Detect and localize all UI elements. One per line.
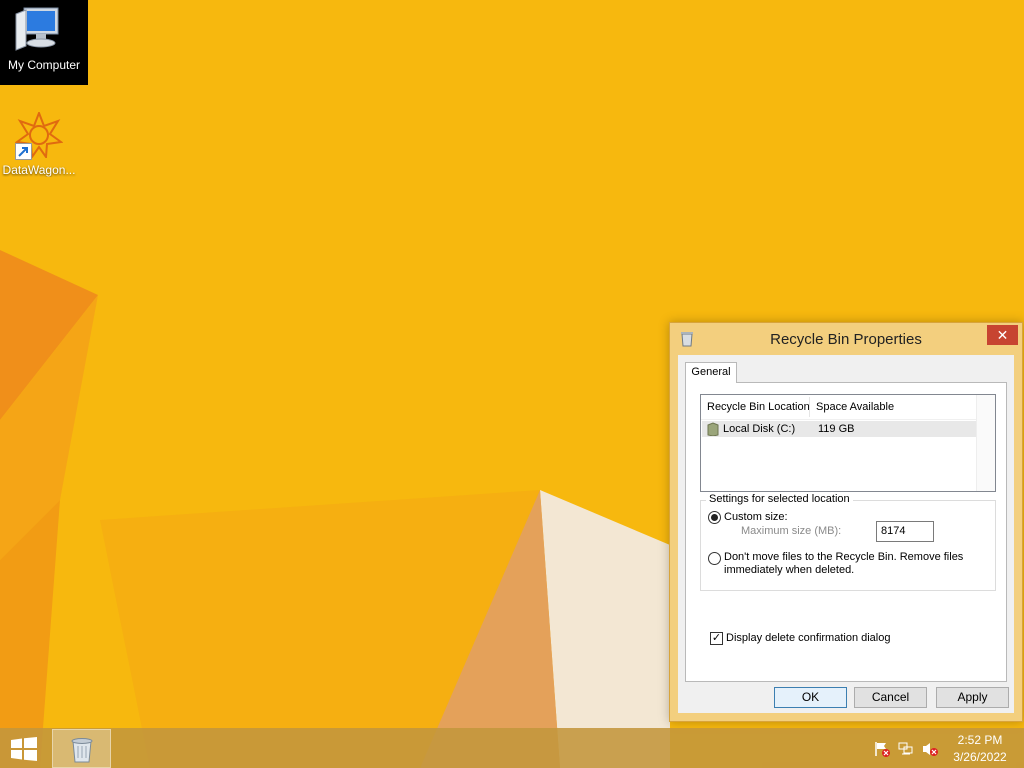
- shortcut-arrow-icon: [15, 143, 32, 160]
- tab-page-general: Recycle Bin Location Space Available Loc…: [685, 382, 1007, 682]
- tab-general[interactable]: General: [685, 362, 737, 383]
- cancel-button[interactable]: Cancel: [854, 687, 927, 708]
- windows-logo-icon[interactable]: [10, 737, 38, 761]
- recycle-bin-icon: [71, 738, 93, 763]
- location-list[interactable]: Recycle Bin Location Space Available Loc…: [700, 394, 996, 492]
- no-recycle-label[interactable]: Don't move files to the Recycle Bin. Rem…: [724, 551, 974, 577]
- column-separator[interactable]: [809, 397, 810, 417]
- list-scrollbar[interactable]: [976, 395, 995, 491]
- close-button[interactable]: ✕: [987, 325, 1018, 345]
- list-item[interactable]: Local Disk (C:) 119 GB: [702, 421, 976, 437]
- recycle-bin-properties-dialog: Recycle Bin Properties ✕ General Recycle…: [669, 322, 1023, 722]
- settings-group: Settings for selected location Custom si…: [700, 493, 996, 591]
- no-recycle-radio[interactable]: [708, 552, 721, 565]
- space-available: 119 GB: [818, 423, 855, 435]
- drive-icon: [707, 422, 719, 436]
- taskbar-recycle-bin-button[interactable]: [52, 729, 111, 768]
- list-header: Recycle Bin Location Space Available: [701, 395, 977, 420]
- confirm-delete-checkbox[interactable]: ✓: [710, 632, 723, 645]
- title-bar[interactable]: Recycle Bin Properties ✕: [670, 323, 1022, 355]
- max-size-label: Maximum size (MB):: [741, 525, 842, 537]
- volume-muted-icon[interactable]: [922, 741, 938, 757]
- action-center-flag-icon[interactable]: [874, 741, 890, 757]
- dialog-client-area: General Recycle Bin Location Space Avail…: [678, 355, 1014, 713]
- column-header-location[interactable]: Recycle Bin Location: [707, 401, 810, 413]
- dialog-title: Recycle Bin Properties: [770, 331, 922, 348]
- group-legend: Settings for selected location: [706, 493, 853, 505]
- desktop-icon-my-computer[interactable]: My Computer: [0, 0, 88, 85]
- clock-date[interactable]: 3/26/2022: [950, 750, 1010, 764]
- column-header-space[interactable]: Space Available: [816, 401, 894, 413]
- desktop-icon-label: DataWagon...: [2, 163, 76, 177]
- custom-size-label[interactable]: Custom size:: [724, 511, 788, 523]
- apply-button[interactable]: Apply: [936, 687, 1009, 708]
- desktop-icon-datawagon[interactable]: DataWagon...: [0, 110, 78, 180]
- max-size-input[interactable]: [876, 521, 934, 542]
- location-name: Local Disk (C:): [723, 423, 796, 435]
- taskbar: 2:52 PM 3/26/2022: [0, 728, 1024, 768]
- desktop-icon-label: My Computer: [7, 58, 81, 72]
- my-computer-icon: [15, 7, 59, 51]
- clock-time[interactable]: 2:52 PM: [950, 733, 1010, 747]
- confirm-delete-label[interactable]: Display delete confirmation dialog: [726, 632, 890, 644]
- network-icon[interactable]: [898, 741, 914, 757]
- ok-button[interactable]: OK: [774, 687, 847, 708]
- custom-size-radio[interactable]: [708, 511, 721, 524]
